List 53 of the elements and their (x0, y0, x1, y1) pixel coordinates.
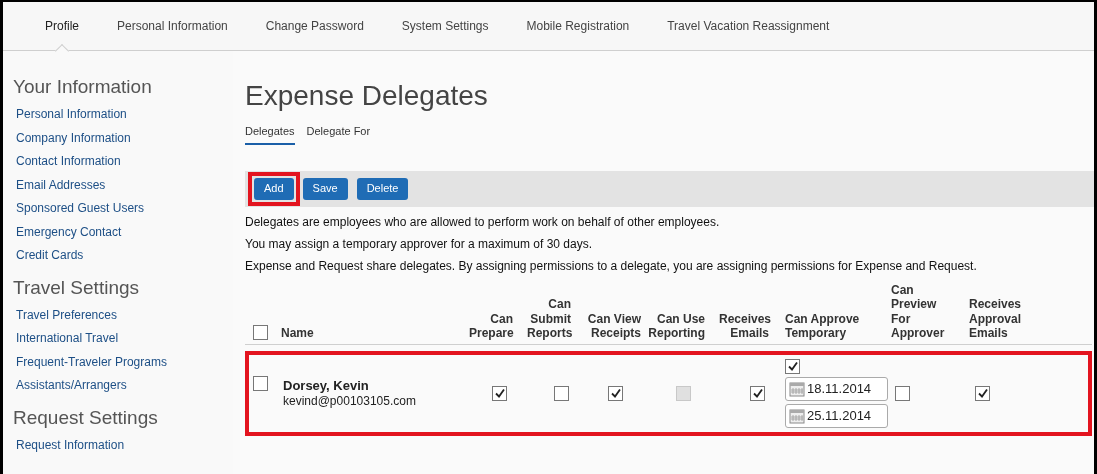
sidebar-link[interactable]: International Travel (16, 327, 119, 351)
sidebar-link[interactable]: Contact Information (16, 150, 121, 174)
column-header: Receives Approval Emails (968, 297, 1023, 341)
subtab[interactable]: Delegate For (306, 123, 371, 145)
checkbox[interactable] (785, 358, 800, 374)
subtab[interactable]: Delegates (245, 123, 295, 145)
sidebar-link[interactable]: Request Information (16, 433, 125, 457)
checkbox[interactable] (253, 375, 268, 391)
delegate-email: kevind@p00103105.com (283, 393, 417, 409)
info-text: Delegates are employees who are allowed to perform work on behalf of other employees. (245, 213, 721, 231)
column-header: Name (280, 326, 314, 341)
section-heading: Your Information (13, 75, 153, 99)
sidebar-link[interactable]: Emergency Contact (16, 220, 122, 244)
info-text: Expense and Request share delegates. By assigning permissions to a delegate, you are assigning permissions for Expense and Request. (245, 257, 978, 275)
column-header: Can View Receipts (586, 311, 642, 341)
sidebar-link[interactable]: Company Information (16, 126, 131, 150)
toolbar-button[interactable]: Save (302, 177, 348, 200)
toolbar-button[interactable]: Add (254, 177, 294, 200)
delegate-name: Dorsey, Kevin (283, 377, 370, 394)
calendar-icon[interactable] (789, 407, 805, 424)
column-header: Can Prepare (469, 311, 515, 341)
column-header: Can Use Reporting (647, 311, 706, 341)
sidebar-link[interactable]: Sponsored Guest Users (16, 197, 145, 221)
tab[interactable]: Mobile Registration (526, 2, 630, 50)
column-header: Can Submit Reports (527, 297, 574, 341)
tab[interactable]: Travel Vacation Reassignment (667, 2, 830, 50)
section-heading: Request Settings (13, 405, 159, 430)
checkbox[interactable] (750, 385, 765, 401)
section-heading: Travel Settings (13, 275, 140, 300)
column-header: Receives Emails (719, 311, 773, 341)
column-header: Can Preview For Approver (890, 282, 946, 341)
date-field[interactable]: 25.11.2014 (785, 403, 888, 428)
tab[interactable]: Personal Information (117, 2, 228, 50)
sidebar-link[interactable]: Assistants/Arrangers (16, 374, 127, 398)
sidebar-link[interactable]: Email Addresses (16, 173, 106, 197)
checkbox[interactable] (608, 385, 623, 401)
calendar-icon[interactable] (789, 380, 805, 397)
sidebar-link[interactable]: Credit Cards (16, 244, 84, 268)
checkbox[interactable] (492, 385, 507, 401)
info-text: You may assign a temporary approver for a maximum of 30 days. (245, 235, 594, 253)
tab[interactable]: System Settings (401, 2, 489, 50)
checkbox[interactable] (554, 385, 569, 401)
sidebar-link[interactable]: Frequent-Traveler Programs (16, 350, 167, 374)
checkbox[interactable] (975, 385, 990, 401)
date-field[interactable]: 18.11.2014 (785, 376, 888, 401)
checkbox[interactable] (253, 324, 268, 340)
tab[interactable]: Change Password (265, 2, 364, 50)
toolbar-button[interactable]: Delete (356, 177, 409, 200)
sidebar-link[interactable]: Travel Preferences (16, 303, 117, 327)
page-title: Expense Delegates (245, 79, 489, 113)
sidebar-link[interactable]: Personal Information (16, 103, 127, 127)
column-header: Can Approve Temporary (784, 311, 861, 341)
checkbox[interactable] (895, 385, 910, 401)
